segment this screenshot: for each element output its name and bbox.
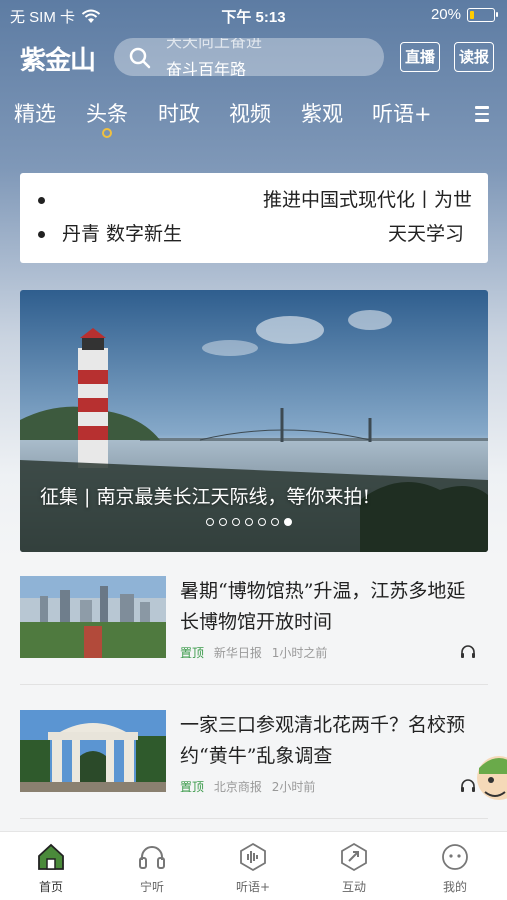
status-bar: 无 SIM 卡 下午 5:13 20% [0,0,507,30]
news-thumbnail [20,710,166,792]
carousel-dot[interactable] [258,518,266,526]
headphones-icon[interactable] [460,778,476,794]
tabbar-mine[interactable]: 我的 [420,842,490,895]
pinned-tag: 置顶 [180,780,205,794]
newspaper-button[interactable]: 读报 [454,42,495,72]
tabbar-label: 听语+ [235,880,271,894]
app-logo: 紫金山 [20,46,96,76]
carousel-dot[interactable] [245,518,253,526]
home-icon [38,843,64,870]
sound-wave-icon [240,842,266,872]
search-hint-prev: 天天向上奋进 [166,38,263,51]
news-source: 新华日报 [213,646,262,660]
divider [20,684,488,685]
battery-icon [467,7,498,22]
headphones-icon [139,846,165,869]
tabbar-hudong[interactable]: 互动 [319,842,389,895]
news-title: 一家三口参观清北花两千？名校预约“黄牛”乱象调查 [180,714,466,767]
news-thumbnail [20,576,166,658]
channel-menu-icon[interactable] [475,106,489,126]
tab-jingxuan[interactable]: 精选 [14,98,56,128]
search-hint: 奋斗百年路 [166,60,247,76]
bottom-tab-bar: 首页 宁听 听语+ 互动 我的 [0,831,507,900]
ticker-right-text: 推进中国式现代化丨为世 [262,189,472,211]
banner-caption: 征集 | 南京最美长江天际线，等你来拍! [40,486,371,508]
carousel-dot[interactable] [232,518,240,526]
top-header: 紫金山 天天向上奋进 奋斗百年路 直播 读报 [0,36,507,80]
ticker-row[interactable]: 丹青 数字新生 天天学习 [20,219,488,249]
bullet-icon [38,231,45,238]
pinned-tag: 置顶 [180,646,205,660]
ticker-row[interactable]: 推进中国式现代化丨为世 [20,185,488,215]
news-time: 2小时前 [271,780,316,794]
ticker-left-text: 丹青 数字新生 [62,223,183,245]
tabbar-label: 我的 [442,880,467,894]
tab-ziguan[interactable]: 紫观 [301,98,343,128]
tabbar-home[interactable]: 首页 [16,842,86,895]
news-item[interactable]: 暑期“博物馆热”升温，江苏多地延长博物馆开放时间 置顶 新华日报 1小时之前 [20,576,488,686]
carousel-dot[interactable] [284,518,292,526]
tabbar-label: 互动 [341,880,366,894]
bullet-icon [38,197,45,204]
news-time: 1小时之前 [271,646,328,660]
carousel-dot[interactable] [219,518,227,526]
interact-icon [341,842,367,872]
tabbar-label: 宁听 [139,880,164,894]
news-source: 北京商报 [213,780,262,794]
ticker-right-text: 天天学习 [387,223,464,245]
active-tab-indicator [102,128,112,138]
live-button[interactable]: 直播 [400,42,441,72]
featured-banner[interactable]: 征集 | 南京最美长江天际线，等你来拍! [20,290,488,552]
news-item[interactable]: 一家三口参观清北花两千？名校预约“黄牛”乱象调查 置顶 北京商报 2小时前 [20,710,488,820]
tab-tingyu[interactable]: 听语+ [372,98,432,128]
tabbar-label: 首页 [38,880,63,894]
news-meta: 置顶 北京商报 2小时前 [180,778,315,795]
tab-toutiao[interactable]: 头条 [86,98,128,128]
headline-ticker[interactable]: 推进中国式现代化丨为世 丹青 数字新生 天天学习 [20,173,488,263]
tab-video[interactable]: 视频 [229,98,271,128]
face-icon [442,844,468,870]
carousel-dots [206,518,292,526]
search-bar[interactable]: 天天向上奋进 奋斗百年路 [114,38,384,76]
tabbar-tingyu[interactable]: 听语+ [218,842,288,895]
carousel-dot[interactable] [206,518,214,526]
mascot-assistant-icon[interactable] [475,748,507,808]
news-meta: 置顶 新华日报 1小时之前 [180,644,327,661]
battery-percent: 20% [430,6,461,23]
tab-shizheng[interactable]: 时政 [158,98,200,128]
news-title: 暑期“博物馆热”升温，江苏多地延长博物馆开放时间 [180,580,466,633]
headphones-icon[interactable] [460,644,476,660]
banner-image [20,290,488,552]
divider [20,818,488,819]
carousel-dot[interactable] [271,518,279,526]
search-icon [129,47,151,69]
channel-tabs: 精选 头条 时政 视频 紫观 听语+ [14,98,507,138]
tabbar-ningting[interactable]: 宁听 [117,842,187,895]
